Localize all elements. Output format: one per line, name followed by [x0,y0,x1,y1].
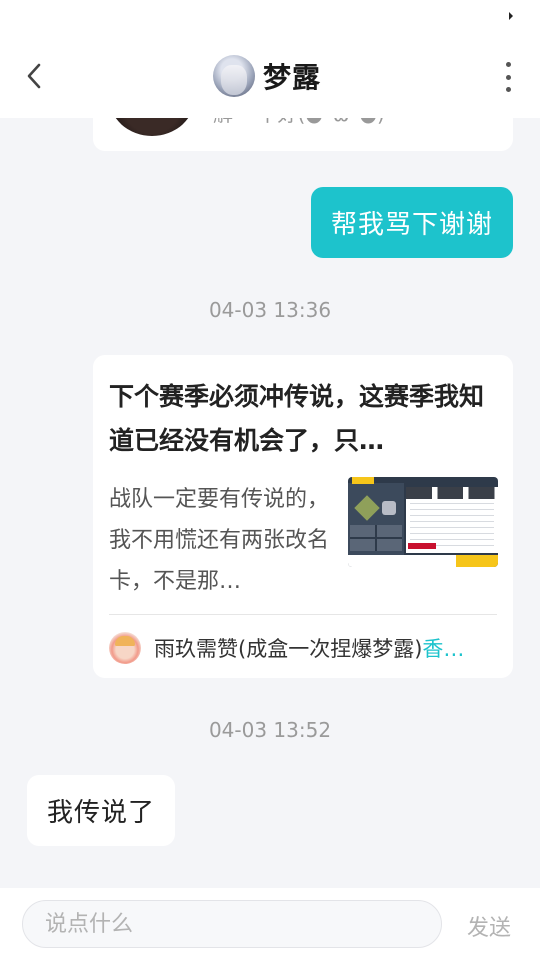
incoming-message[interactable]: 我传说了 [27,775,176,846]
rank-badge-icon [382,501,396,515]
message-timestamp: 04-03 13:52 [208,718,332,742]
previous-shared-card[interactable]: 解 • 不好(●´ω`●) [93,118,513,151]
author-avatar [109,632,141,664]
composer-bar: 发送 [0,888,540,960]
status-indicator-icon [509,12,513,20]
message-input[interactable] [22,900,442,948]
more-vertical-icon [505,62,511,67]
card-divider [109,614,497,615]
chat-title[interactable]: 梦露 [213,54,321,98]
chevron-left-icon [27,63,41,89]
shared-post-title: 下个赛季必须冲传说，这赛季我知道已经没有机会了，只… [109,382,485,455]
message-list[interactable]: 解 • 不好(●´ω`●) 帮我骂下谢谢 04-03 13:36 下个赛季必须冲… [0,118,540,888]
message-timestamp: 04-03 13:36 [208,298,332,322]
contact-name: 梦露 [263,61,322,94]
send-button[interactable]: 发送 [467,910,511,942]
shared-post-thumbnail [348,477,498,567]
chat-header: 梦露 [0,36,540,118]
author-suffix: 香… [422,637,465,661]
back-button[interactable] [14,56,54,96]
author-name: 雨玖需赞(成盒一次捏爆梦露) [154,637,423,661]
shared-post-card[interactable]: 下个赛季必须冲传说，这赛季我知道已经没有机会了，只… 战队一定要有传说的，我不用… [93,355,513,678]
outgoing-message[interactable]: 帮我骂下谢谢 [310,187,513,258]
previous-card-avatar [109,118,195,136]
previous-card-text: 解 • 不好(●´ω`●) [213,118,385,127]
shared-post-author[interactable]: 雨玖需赞(成盒一次捏爆梦露) 香… [109,631,497,665]
contact-avatar[interactable] [213,55,255,97]
status-bar [0,0,540,36]
shared-post-excerpt: 战队一定要有传说的，我不用慌还有两张改名卡，不是那… [109,487,330,594]
more-options-button[interactable] [502,62,514,92]
